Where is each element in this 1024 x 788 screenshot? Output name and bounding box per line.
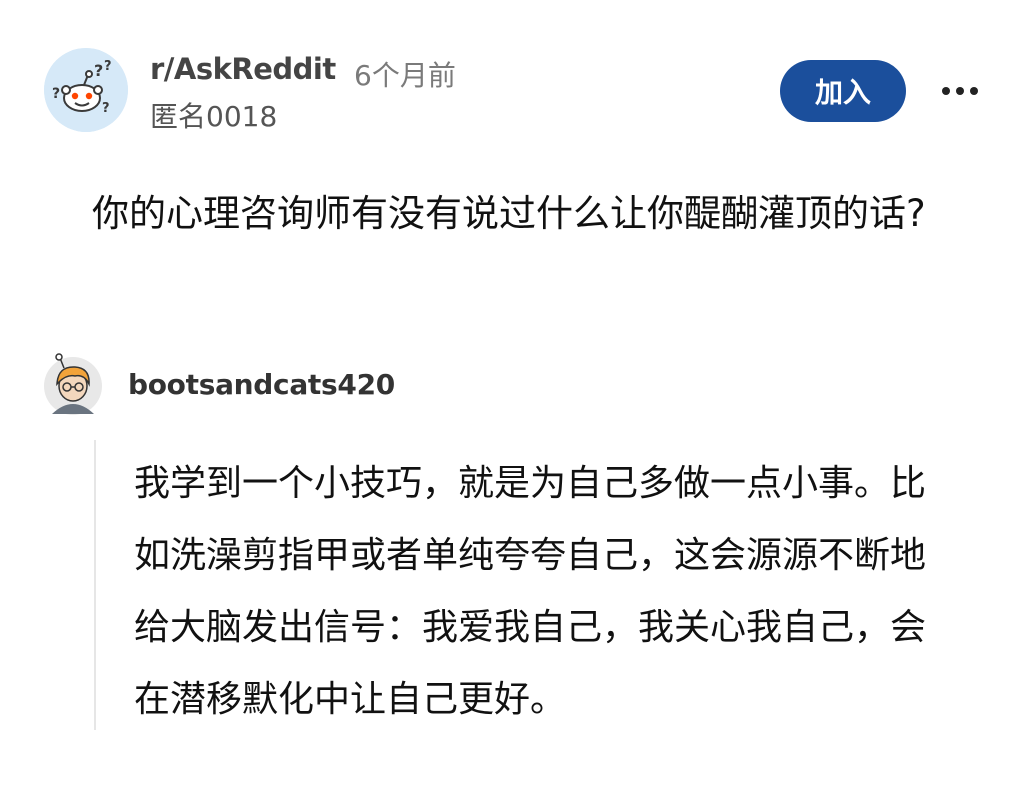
comment-author-avatar[interactable] <box>42 352 104 416</box>
comment-author-name[interactable]: bootsandcats420 <box>128 368 395 401</box>
subreddit-avatar[interactable]: ? ? ? ? <box>44 48 128 132</box>
thread-line[interactable] <box>94 440 96 730</box>
svg-text:?: ? <box>52 86 60 102</box>
snoo-question-icon: ? ? ? ? <box>44 48 128 132</box>
post-header: ? ? ? ? r/AskReddit 6个月前 匿名0018 加入 <box>0 0 1024 160</box>
post-title[interactable]: 你的心理咨询师有没有说过什么让你醍醐灌顶的话? <box>92 174 962 254</box>
svg-text:?: ? <box>104 59 112 74</box>
svg-text:?: ? <box>102 101 110 116</box>
post-timestamp: 6个月前 <box>354 59 456 92</box>
comment-body: 我学到一个小技巧，就是为自己多做一点小事。比如洗澡剪指甲或者单纯夸夸自己，这会源… <box>134 463 927 720</box>
svg-text:?: ? <box>94 61 103 80</box>
more-options-button[interactable] <box>936 76 984 106</box>
more-horizontal-icon <box>942 87 978 95</box>
user-avatar-icon <box>44 353 102 415</box>
subreddit-name[interactable]: r/AskReddit <box>150 52 336 86</box>
post-author[interactable]: 匿名0018 <box>150 95 277 135</box>
join-button[interactable]: 加入 <box>780 60 906 122</box>
